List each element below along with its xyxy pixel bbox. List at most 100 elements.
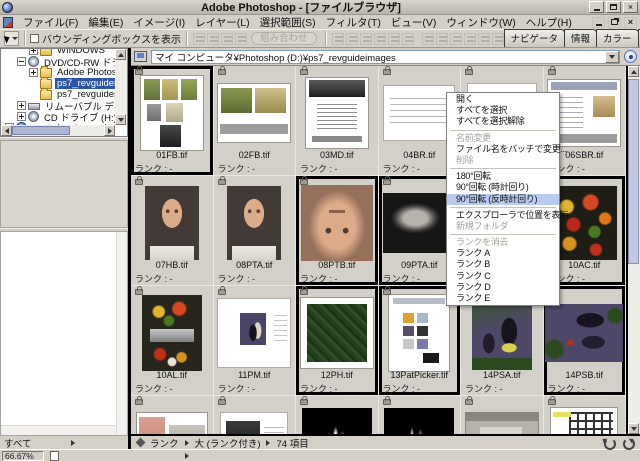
file-cell-02FB.tif[interactable]: 02FB.tif ランク : -	[213, 66, 296, 176]
context-menu-item-9[interactable]: 180°回転	[447, 171, 559, 182]
file-cell-19[interactable]	[131, 396, 214, 434]
context-menu-item-21[interactable]: ランク E	[447, 293, 559, 304]
window-controls: ×	[589, 1, 638, 13]
menu-item-1[interactable]: ファイル(F)	[18, 15, 83, 30]
location-dropdown-arrow[interactable]	[605, 50, 619, 63]
plus-expand-icon[interactable]	[17, 101, 26, 110]
minimize-button[interactable]	[589, 1, 604, 13]
thumbnail-image	[471, 296, 532, 370]
context-menu-item-11[interactable]: 90°回転 (反時計回り)	[447, 193, 559, 205]
tree-vertical-scrollbar[interactable]	[115, 49, 127, 125]
sort-by-field[interactable]: ランク	[150, 436, 179, 450]
context-menu-item-10[interactable]: 90°回転 (時計回り)	[447, 182, 559, 193]
context-menu-item-13[interactable]: エクスプローラで位置を表示	[447, 210, 569, 221]
menu-item-3[interactable]: イメージ(I)	[128, 15, 190, 30]
metadata-filter[interactable]: すべて	[4, 436, 31, 450]
tree-horizontal-scrollbar[interactable]	[1, 125, 115, 136]
plus-expand-icon[interactable]	[29, 49, 38, 55]
combine-button: 組み合わせ	[251, 32, 317, 45]
context-menu-item-20[interactable]: ランク D	[447, 282, 559, 293]
scroll-up-arrow[interactable]	[115, 49, 126, 60]
child-close-button[interactable]: ×	[624, 16, 637, 28]
file-cell-20[interactable]	[213, 396, 296, 434]
scrollbar-thumb[interactable]	[12, 126, 70, 135]
scroll-right-arrow[interactable]	[104, 125, 115, 136]
close-button[interactable]: ×	[623, 1, 638, 13]
tree-item-4[interactable]: ps7_revguideimag	[2, 76, 127, 89]
rank-label: ランク : -	[300, 274, 338, 284]
tree-item-3[interactable]: Adobe Photoshop	[2, 65, 127, 78]
menu-item-5[interactable]: 選択範囲(S)	[255, 15, 321, 30]
child-restore-button[interactable]	[608, 16, 621, 28]
metadata-horizontal-scrollbar[interactable]	[1, 425, 116, 435]
maximize-button[interactable]	[606, 1, 621, 13]
file-cell-23[interactable]	[461, 396, 544, 434]
menu-item-2[interactable]: 編集(E)	[83, 15, 128, 30]
menu-item-6[interactable]: フィルタ(T)	[321, 15, 386, 30]
scroll-left-arrow[interactable]	[1, 125, 12, 136]
view-by-field[interactable]: 大 (ランク付き)	[195, 436, 261, 450]
file-cell-03MD.tif[interactable]: 03MD.tif ランク : -	[296, 66, 379, 176]
file-cell-12PH.tif[interactable]: 12PH.tif ランク : -	[296, 286, 379, 396]
thumbnail-area	[296, 176, 378, 261]
palette-tab-3[interactable]: カラー	[596, 28, 639, 47]
file-cell-11PM.tif[interactable]: 11PM.tif ランク : -	[213, 286, 296, 396]
scroll-down-arrow[interactable]	[115, 114, 126, 125]
thumbnail-image	[301, 408, 372, 434]
context-menu-item-1[interactable]: 開く	[447, 94, 559, 105]
status-menu-arrow[interactable]	[185, 452, 189, 459]
file-cell-08PTB.tif[interactable]: 08PTB.tif ランク : -	[296, 176, 379, 286]
filter-popup-arrow[interactable]	[71, 439, 76, 446]
thumbnail-image	[136, 413, 207, 434]
menu-item-8[interactable]: ウィンドウ(W)	[441, 15, 520, 30]
context-menu-item-6[interactable]: ファイル名をバッチで変更...	[447, 144, 567, 155]
context-menu-item-17[interactable]: ランク A	[447, 248, 559, 259]
sort-popup-arrow[interactable]	[184, 439, 189, 446]
location-combobox[interactable]: マイ コンピュータ¥Photoshop (D:)¥ps7_revguideima…	[151, 49, 620, 64]
file-cell-01FB.tif[interactable]: 01FB.tif ランク : -	[131, 66, 214, 176]
palette-tab-1[interactable]: ナビゲータ	[503, 28, 566, 47]
metadata-vertical-scrollbar[interactable]	[116, 232, 127, 435]
menu-item-7[interactable]: ビュー(V)	[386, 15, 442, 30]
context-menu-item-18[interactable]: ランク B	[447, 259, 559, 270]
menu-items: ファイル(F) 編集(E) イメージ(I) レイヤー(L) 選択範囲(S) フィルタ(T)…	[18, 15, 577, 30]
plus-expand-icon[interactable]	[29, 68, 38, 77]
menu-separator	[450, 206, 556, 208]
zoom-level[interactable]: 66.67%	[2, 450, 44, 461]
palette-tab-2[interactable]: 情報	[564, 28, 598, 47]
file-cell-21[interactable]	[296, 396, 379, 434]
rotate-cw-icon[interactable]	[621, 437, 635, 450]
scroll-down-arrow[interactable]	[628, 423, 639, 434]
rank-label: ランク : -	[217, 274, 256, 284]
show-bounding-box-checkbox[interactable]: バウンディングボックスを表示	[30, 31, 181, 46]
context-menu-item-2[interactable]: すべてを選択	[447, 105, 559, 116]
grid-scrollbar[interactable]	[628, 66, 640, 434]
file-cell-07HB.tif[interactable]: 07HB.tif ランク : -	[131, 176, 214, 286]
menu-item-4[interactable]: レイヤー(L)	[190, 15, 255, 30]
tree-item-2[interactable]: DVD/CD-RW ドライブ	[2, 56, 127, 69]
lock-icon	[300, 66, 308, 75]
file-name: 10AL.tif	[156, 370, 188, 380]
preview-pane	[0, 140, 128, 228]
context-menu-item-3[interactable]: すべてを選択解除	[447, 116, 559, 127]
minus-expand-icon[interactable]	[17, 57, 26, 66]
move-tool-button[interactable]	[3, 31, 19, 46]
menu-separator	[450, 234, 556, 236]
thumbnail-area	[461, 396, 543, 434]
distribute-icons	[421, 32, 505, 45]
plus-expand-icon[interactable]	[17, 112, 26, 121]
rotate-ccw-icon[interactable]	[602, 437, 616, 450]
scroll-up-arrow[interactable]	[628, 66, 639, 77]
thumbnail-area	[131, 286, 213, 371]
file-cell-10AL.tif[interactable]: 10AL.tif ランク : -	[131, 286, 214, 396]
context-menu-item-19[interactable]: ランク C	[447, 271, 559, 282]
child-minimize-button[interactable]	[592, 16, 605, 28]
rank-label: ランク : -	[135, 274, 173, 284]
file-cell-24[interactable]	[543, 396, 626, 434]
scrollbar-thumb[interactable]	[628, 79, 639, 264]
file-cell-22[interactable]	[378, 396, 461, 434]
up-one-level-button[interactable]	[624, 50, 637, 63]
view-popup-arrow[interactable]	[266, 439, 271, 446]
menu-item-9[interactable]: ヘルプ(H)	[521, 15, 577, 30]
file-cell-08PTA.tif[interactable]: 08PTA.tif ランク : -	[213, 176, 296, 286]
